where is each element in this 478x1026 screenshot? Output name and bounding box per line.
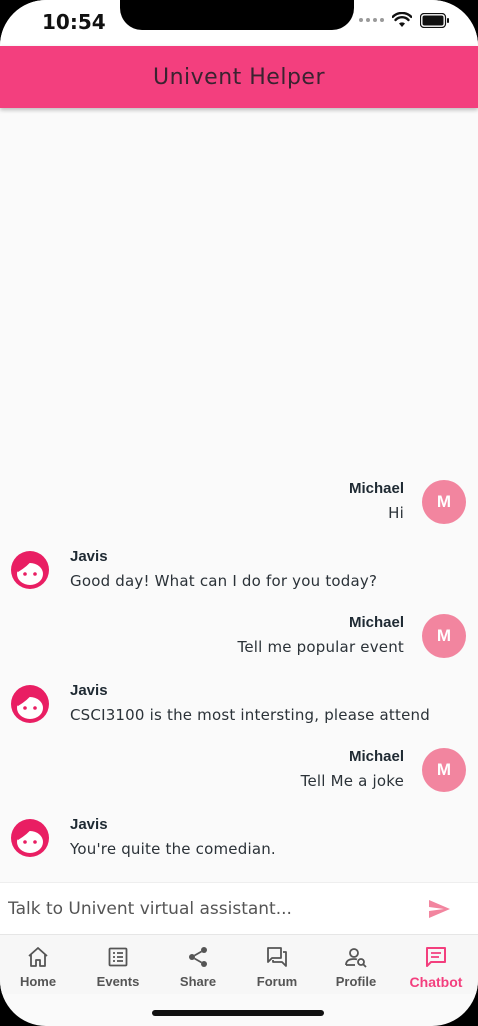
home-icon (28, 947, 48, 967)
message-sender: Michael (348, 748, 404, 765)
nav-item-events[interactable]: Events (78, 935, 158, 995)
nav-label: Events (96, 974, 140, 989)
chat-message-bot: Javis Good day! What can I do for you to… (0, 548, 478, 618)
profile-icon (345, 948, 367, 968)
girl-face-icon (11, 819, 49, 857)
chatbot-icon (426, 947, 446, 967)
message-text: Hi (388, 504, 404, 522)
device-notch (120, 0, 354, 30)
message-sender: Javis (70, 682, 108, 699)
user-avatar: M (422, 480, 466, 524)
message-sender: Javis (70, 816, 108, 833)
nav-label: Share (179, 974, 217, 989)
battery-icon (420, 12, 449, 28)
girl-face-icon (11, 685, 49, 723)
share-icon (189, 947, 207, 967)
message-text: Good day! What can I do for you today? (70, 572, 378, 590)
wifi-icon (392, 12, 412, 27)
user-avatar: M (422, 748, 466, 792)
phone-screen: 10:54 Univent Helper Michael Hi M Javis … (0, 0, 478, 1026)
nav-item-home[interactable]: Home (0, 935, 78, 995)
message-text: Tell Me a joke (300, 772, 404, 790)
app-title: Univent Helper (152, 64, 325, 90)
chat-message-user: Michael Tell me popular event M (0, 614, 478, 684)
girl-face-icon (11, 551, 49, 589)
message-text: CSCI3100 is the most intersting, please … (70, 706, 430, 724)
chat-message-bot: Javis CSCI3100 is the most intersting, p… (0, 682, 478, 752)
send-icon[interactable] (426, 897, 452, 921)
message-composer (0, 882, 478, 935)
nav-item-chatbot[interactable]: Chatbot (396, 935, 476, 995)
forum-icon (267, 947, 287, 967)
chat-message-user: Michael Hi M (0, 480, 478, 550)
chat-message-bot: Javis You're quite the comedian. (0, 816, 478, 886)
message-text: Tell me popular event (237, 638, 404, 656)
message-text: You're quite the comedian. (70, 840, 276, 858)
events-icon (108, 947, 128, 967)
message-sender: Michael (348, 614, 404, 631)
nav-item-forum[interactable]: Forum (237, 935, 317, 995)
nav-label: Forum (256, 974, 298, 989)
nav-label: Home (19, 974, 57, 989)
home-indicator[interactable] (152, 1010, 324, 1016)
chat-input[interactable] (0, 883, 400, 935)
nav-label: Chatbot (409, 974, 463, 990)
status-time: 10:54 (42, 10, 106, 34)
chat-messages[interactable]: Michael Hi M Javis Good day! What can I … (0, 108, 478, 882)
bottom-navigation: Home Events Share Forum Profile Chatbot (0, 934, 478, 994)
nav-item-share[interactable]: Share (158, 935, 238, 995)
app-bar: Univent Helper (0, 46, 478, 108)
nav-label: Profile (335, 974, 377, 989)
status-icons (359, 12, 450, 28)
user-avatar: M (422, 614, 466, 658)
nav-item-profile[interactable]: Profile (316, 935, 396, 995)
chat-message-user: Michael Tell Me a joke M (0, 748, 478, 818)
cellular-signal-icon (359, 18, 384, 22)
message-sender: Michael (348, 480, 404, 497)
message-sender: Javis (70, 548, 108, 565)
status-bar: 10:54 (0, 0, 478, 46)
